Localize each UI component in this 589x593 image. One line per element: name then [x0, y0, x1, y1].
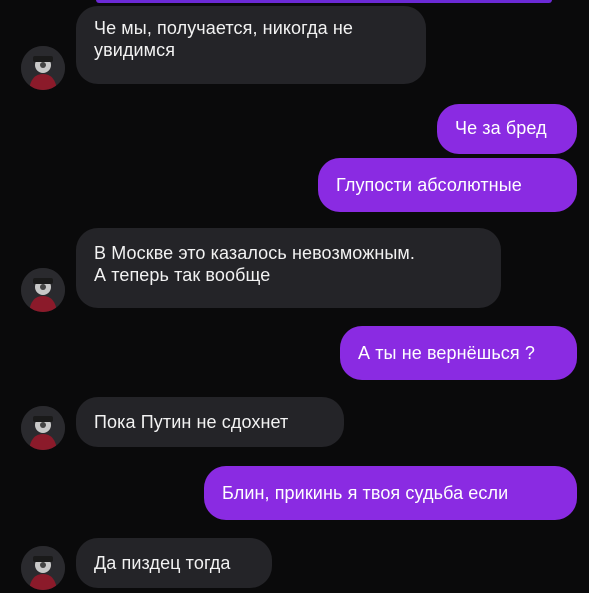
- avatar-image: [21, 46, 65, 90]
- message-incoming[interactable]: Че мы, получается, никогда не увидимся: [76, 6, 426, 84]
- message-outgoing[interactable]: А ты не вернёшься ?: [340, 326, 577, 380]
- message-outgoing[interactable]: Глупости абсолютные: [318, 158, 577, 212]
- previous-message-edge: [96, 0, 552, 3]
- contact-avatar[interactable]: [21, 46, 65, 90]
- contact-avatar[interactable]: [21, 406, 65, 450]
- message-incoming[interactable]: В Москве это казалось невозможным. А теп…: [76, 228, 501, 308]
- message-outgoing[interactable]: Че за бред: [437, 104, 577, 154]
- avatar-image: [21, 546, 65, 590]
- message-incoming[interactable]: Пока Путин не сдохнет: [76, 397, 344, 447]
- message-incoming[interactable]: Да пиздец тогда: [76, 538, 272, 588]
- message-outgoing[interactable]: Блин, прикинь я твоя судьба если: [204, 466, 577, 520]
- contact-avatar[interactable]: [21, 268, 65, 312]
- contact-avatar[interactable]: [21, 546, 65, 590]
- avatar-image: [21, 406, 65, 450]
- avatar-image: [21, 268, 65, 312]
